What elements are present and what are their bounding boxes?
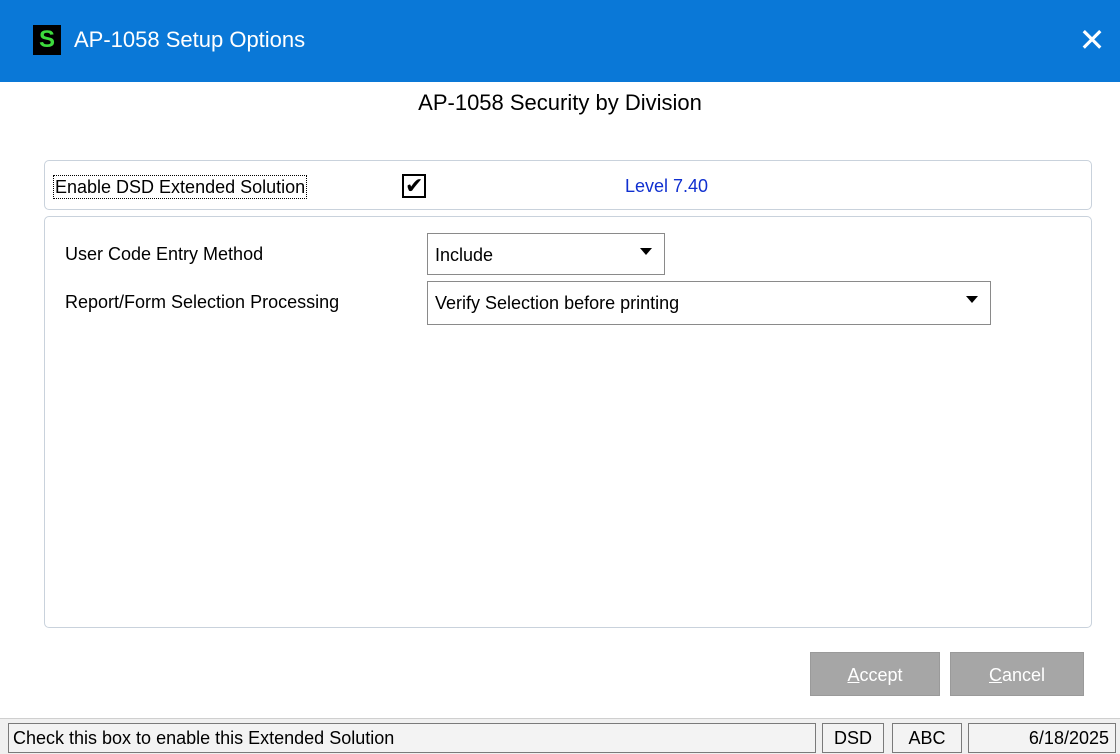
enable-extended-solution-checkbox[interactable]: ✔ <box>402 173 426 198</box>
cancel-button[interactable]: Cancel <box>950 652 1084 696</box>
cancel-hotkey: C <box>988 665 1002 685</box>
title-bar: S AP-1058 Setup Options ✕ <box>0 0 1120 82</box>
sage-app-icon: S <box>33 25 61 55</box>
checkmark-icon: ✔ <box>405 173 424 198</box>
accept-hotkey: A <box>847 665 860 685</box>
status-company-code: DSD <box>822 723 884 753</box>
accept-button[interactable]: Accept <box>810 652 940 696</box>
status-company: ABC <box>892 723 962 753</box>
cancel-label-rest: ancel <box>1001 665 1046 685</box>
user-code-entry-method-select[interactable]: Include <box>427 233 665 275</box>
report-form-selection-label: Report/Form Selection Processing <box>65 292 340 312</box>
level-text: Level 7.40 <box>625 176 709 196</box>
dropdown-arrow-icon <box>966 296 978 303</box>
accept-label-rest: ccept <box>859 665 903 685</box>
page-heading: AP-1058 Security by Division <box>418 90 702 115</box>
status-bar: Check this box to enable this Extended S… <box>0 718 1120 754</box>
user-code-entry-method-label: User Code Entry Method <box>65 244 264 264</box>
window-title: AP-1058 Setup Options <box>74 27 306 52</box>
options-panel: User Code Entry Method Include Report/Fo… <box>44 216 1092 628</box>
status-message: Check this box to enable this Extended S… <box>8 723 816 753</box>
enable-extended-solution-label[interactable]: Enable DSD Extended Solution <box>53 175 308 199</box>
report-form-selection-select[interactable]: Verify Selection before printing <box>427 281 991 325</box>
report-form-selection-value: Verify Selection before printing <box>435 293 680 313</box>
dropdown-arrow-icon <box>640 248 652 255</box>
enable-panel: Enable DSD Extended Solution ✔ Level 7.4… <box>44 160 1092 210</box>
close-icon[interactable]: ✕ <box>1064 18 1120 62</box>
status-date: 6/18/2025 <box>968 723 1116 753</box>
user-code-entry-method-value: Include <box>435 245 494 265</box>
